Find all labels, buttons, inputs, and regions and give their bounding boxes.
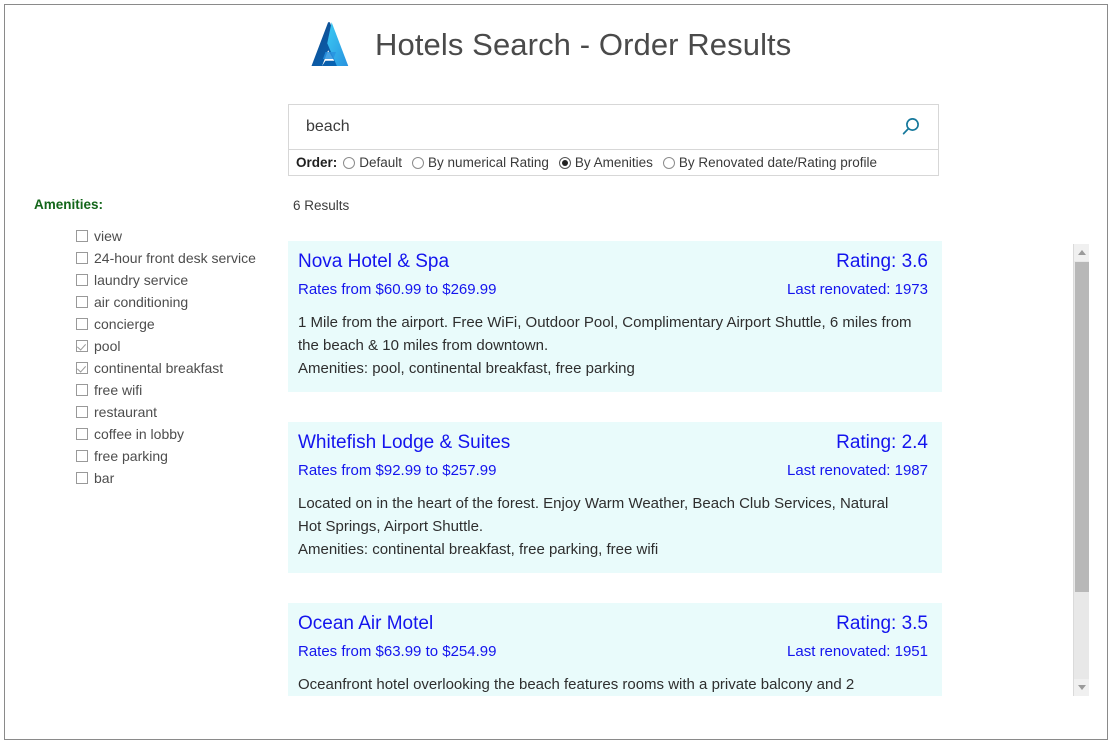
search-input[interactable] — [306, 118, 894, 136]
search-icon — [902, 118, 919, 135]
amenity-item-continental-breakfast[interactable]: continental breakfast — [76, 357, 279, 379]
amenity-label: restaurant — [94, 404, 158, 420]
hotel-rates: Rates from $63.99 to $254.99 — [298, 643, 497, 660]
hotel-name[interactable]: Whitefish Lodge & Suites — [298, 432, 510, 454]
search-row — [289, 105, 938, 149]
result-card-subheader: Rates from $92.99 to $257.99 Last renova… — [298, 462, 928, 479]
amenities-sidebar: Amenities: view 24-hour front desk servi… — [34, 197, 279, 489]
amenity-item-free-parking[interactable]: free parking — [76, 445, 279, 467]
chevron-down-icon — [1077, 685, 1086, 690]
order-label: Order: — [296, 155, 338, 170]
result-card-subheader: Rates from $63.99 to $254.99 Last renova… — [298, 643, 928, 660]
hotel-rates: Rates from $92.99 to $257.99 — [298, 462, 497, 479]
hotel-description: Located on in the heart of the forest. E… — [298, 495, 889, 535]
order-option-label: By numerical Rating — [428, 155, 549, 170]
amenity-item-concierge[interactable]: concierge — [76, 313, 279, 335]
results-list: Nova Hotel & Spa Rating: 3.6 Rates from … — [288, 241, 1084, 696]
hotel-amenities: Amenities: continental breakfast, free p… — [298, 541, 659, 558]
amenity-label: 24-hour front desk service — [94, 250, 256, 266]
checkbox-icon — [76, 428, 88, 440]
result-card[interactable]: Nova Hotel & Spa Rating: 3.6 Rates from … — [288, 241, 942, 392]
amenity-item-front-desk[interactable]: 24-hour front desk service — [76, 247, 279, 269]
checkbox-icon — [76, 406, 88, 418]
amenity-label: bar — [94, 470, 115, 486]
checkbox-checked-icon — [76, 340, 88, 352]
page-frame: Hotels Search - Order Results Order: Def… — [4, 4, 1108, 740]
amenity-item-coffee-in-lobby[interactable]: coffee in lobby — [76, 423, 279, 445]
order-option-renovated-date[interactable]: By Renovated date/Rating profile — [662, 155, 878, 170]
checkbox-icon — [76, 296, 88, 308]
chevron-up-icon — [1077, 250, 1086, 255]
hotel-description: Oceanfront hotel overlooking the beach f… — [298, 676, 855, 693]
radio-icon — [412, 156, 425, 169]
checkbox-icon — [76, 274, 88, 286]
amenity-label: concierge — [94, 316, 155, 332]
scroll-up-button[interactable] — [1074, 244, 1089, 261]
order-option-label: By Renovated date/Rating profile — [678, 155, 878, 170]
hotel-description: 1 Mile from the airport. Free WiFi, Outd… — [298, 314, 912, 354]
checkbox-icon — [76, 230, 88, 242]
radio-icon — [343, 156, 356, 169]
hotel-rates: Rates from $60.99 to $269.99 — [298, 281, 497, 298]
order-row: Order: Default By numerical Rating By Am… — [289, 149, 938, 175]
result-card-subheader: Rates from $60.99 to $269.99 Last renova… — [298, 281, 928, 298]
app-header: Hotels Search - Order Results — [301, 17, 791, 73]
result-card-header: Whitefish Lodge & Suites Rating: 2.4 — [298, 432, 928, 454]
amenity-item-bar[interactable]: bar — [76, 467, 279, 489]
checkbox-icon — [76, 472, 88, 484]
result-card-header: Nova Hotel & Spa Rating: 3.6 — [298, 251, 928, 273]
result-card-header: Ocean Air Motel Rating: 3.5 — [298, 613, 928, 635]
search-panel: Order: Default By numerical Rating By Am… — [288, 104, 939, 176]
amenity-label: view — [94, 228, 123, 244]
checkbox-icon — [76, 450, 88, 462]
amenity-label: free parking — [94, 448, 168, 464]
amenities-heading: Amenities: — [34, 197, 104, 212]
hotel-rating: Rating: 2.4 — [836, 432, 928, 453]
amenity-label: continental breakfast — [94, 360, 224, 376]
amenity-item-restaurant[interactable]: restaurant — [76, 401, 279, 423]
radio-icon — [662, 156, 675, 169]
hotel-rating: Rating: 3.6 — [836, 251, 928, 272]
hotel-amenities: Amenities: pool, continental breakfast, … — [298, 360, 635, 377]
amenities-list: view 24-hour front desk service laundry … — [34, 225, 279, 489]
hotel-renovated: Last renovated: 1987 — [787, 462, 928, 479]
page-title: Hotels Search - Order Results — [375, 27, 792, 62]
amenity-label: air conditioning — [94, 294, 189, 310]
checkbox-checked-icon — [76, 362, 88, 374]
amenity-label: laundry service — [94, 272, 189, 288]
results-count: 6 Results — [293, 198, 350, 213]
order-option-numerical-rating[interactable]: By numerical Rating — [412, 155, 549, 170]
order-option-label: Default — [359, 155, 403, 170]
scroll-down-button[interactable] — [1074, 679, 1089, 696]
amenity-item-view[interactable]: view — [76, 225, 279, 247]
order-option-label: By Amenities — [574, 155, 653, 170]
result-card[interactable]: Ocean Air Motel Rating: 3.5 Rates from $… — [288, 603, 942, 696]
amenity-label: pool — [94, 338, 121, 354]
azure-logo-icon — [311, 22, 349, 66]
hotel-name[interactable]: Ocean Air Motel — [298, 613, 433, 635]
results-scrollbar[interactable] — [1073, 244, 1089, 696]
amenity-item-laundry-service[interactable]: laundry service — [76, 269, 279, 291]
amenity-label: coffee in lobby — [94, 426, 185, 442]
order-option-amenities[interactable]: By Amenities — [558, 155, 653, 170]
hotel-name[interactable]: Nova Hotel & Spa — [298, 251, 449, 273]
result-card[interactable]: Whitefish Lodge & Suites Rating: 2.4 Rat… — [288, 422, 942, 573]
amenity-item-pool[interactable]: pool — [76, 335, 279, 357]
hotel-renovated: Last renovated: 1951 — [787, 643, 928, 660]
checkbox-icon — [76, 318, 88, 330]
hotel-rating: Rating: 3.5 — [836, 613, 928, 634]
order-option-default[interactable]: Default — [343, 155, 402, 170]
scrollbar-thumb[interactable] — [1075, 262, 1089, 592]
checkbox-icon — [76, 252, 88, 264]
amenity-item-air-conditioning[interactable]: air conditioning — [76, 291, 279, 313]
checkbox-icon — [76, 384, 88, 396]
amenity-label: free wifi — [94, 382, 143, 398]
amenity-item-free-wifi[interactable]: free wifi — [76, 379, 279, 401]
hotel-renovated: Last renovated: 1973 — [787, 281, 928, 298]
search-button[interactable] — [894, 110, 928, 144]
radio-selected-icon — [558, 156, 571, 169]
